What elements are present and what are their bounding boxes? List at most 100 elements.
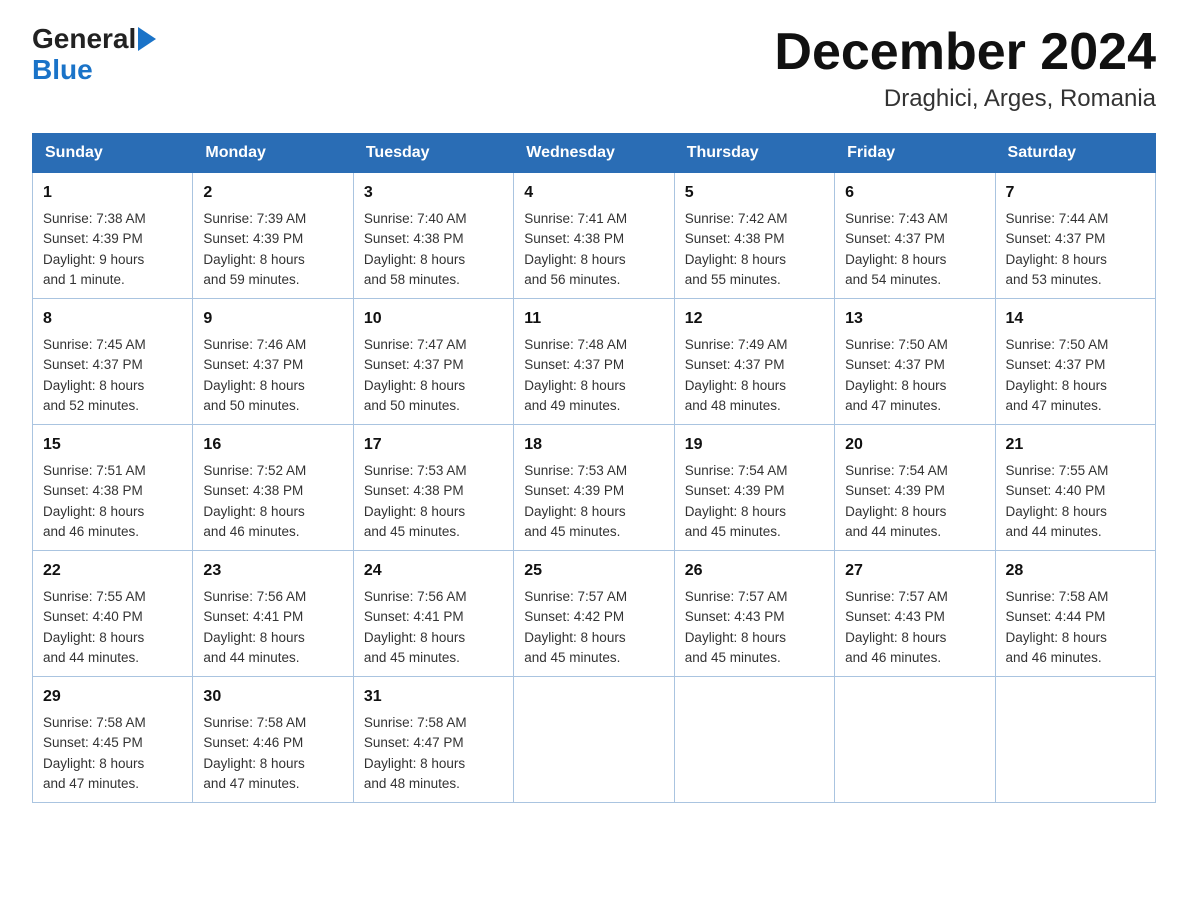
day-info: Sunrise: 7:58 AMSunset: 4:44 PMDaylight:… bbox=[1006, 587, 1145, 668]
day-info: Sunrise: 7:55 AMSunset: 4:40 PMDaylight:… bbox=[1006, 461, 1145, 542]
calendar-cell: 6 Sunrise: 7:43 AMSunset: 4:37 PMDaylight… bbox=[835, 173, 995, 299]
day-info: Sunrise: 7:41 AMSunset: 4:38 PMDaylight:… bbox=[524, 209, 663, 290]
day-number: 11 bbox=[524, 307, 663, 331]
day-number: 4 bbox=[524, 181, 663, 205]
day-number: 10 bbox=[364, 307, 503, 331]
title-block: December 2024 Draghici, Arges, Romania bbox=[774, 24, 1156, 113]
calendar-cell: 3Sunrise: 7:40 AMSunset: 4:38 PMDaylight… bbox=[353, 173, 513, 299]
day-info: Sunrise: 7:38 AMSunset: 4:39 PMDaylight:… bbox=[43, 209, 182, 290]
day-number: 29 bbox=[43, 685, 182, 709]
day-number: 22 bbox=[43, 559, 182, 583]
day-number: 30 bbox=[203, 685, 342, 709]
calendar-cell: 18Sunrise: 7:53 AMSunset: 4:39 PMDayligh… bbox=[514, 425, 674, 551]
calendar-cell: 29 Sunrise: 7:58 AMSunset: 4:45 PMDayligh… bbox=[33, 677, 193, 803]
day-info: Sunrise: 7:54 AMSunset: 4:39 PMDaylight:… bbox=[685, 461, 824, 542]
day-number: 14 bbox=[1006, 307, 1145, 331]
day-number: 6 bbox=[845, 181, 984, 205]
calendar-week-row: 29 Sunrise: 7:58 AMSunset: 4:45 PMDayligh… bbox=[33, 677, 1156, 803]
day-number: 16 bbox=[203, 433, 342, 457]
calendar-table: SundayMondayTuesdayWednesdayThursdayFrid… bbox=[32, 133, 1156, 803]
day-info: Sunrise: 7:54 AMSunset: 4:39 PMDaylight:… bbox=[845, 461, 984, 542]
day-number: 7 bbox=[1006, 181, 1145, 205]
day-of-week-header: Thursday bbox=[674, 134, 834, 173]
calendar-body: 1Sunrise: 7:38 AMSunset: 4:39 PMDaylight… bbox=[33, 173, 1156, 803]
day-number: 26 bbox=[685, 559, 824, 583]
calendar-cell: 1Sunrise: 7:38 AMSunset: 4:39 PMDaylight… bbox=[33, 173, 193, 299]
calendar-cell: 21 Sunrise: 7:55 AMSunset: 4:40 PMDayligh… bbox=[995, 425, 1155, 551]
calendar-cell: 14 Sunrise: 7:50 AMSunset: 4:37 PMDayligh… bbox=[995, 299, 1155, 425]
day-number: 2 bbox=[203, 181, 342, 205]
day-info: Sunrise: 7:42 AMSunset: 4:38 PMDaylight:… bbox=[685, 209, 824, 290]
calendar-cell: 25Sunrise: 7:57 AMSunset: 4:42 PMDayligh… bbox=[514, 551, 674, 677]
day-info: Sunrise: 7:57 AMSunset: 4:43 PMDaylight:… bbox=[845, 587, 984, 668]
day-info: Sunrise: 7:39 AMSunset: 4:39 PMDaylight:… bbox=[203, 209, 342, 290]
calendar-cell: 8Sunrise: 7:45 AMSunset: 4:37 PMDaylight… bbox=[33, 299, 193, 425]
day-number: 15 bbox=[43, 433, 182, 457]
day-info: Sunrise: 7:43 AMSunset: 4:37 PMDaylight:… bbox=[845, 209, 984, 290]
day-number: 19 bbox=[685, 433, 824, 457]
day-number: 24 bbox=[364, 559, 503, 583]
day-info: Sunrise: 7:58 AMSunset: 4:46 PMDaylight:… bbox=[203, 713, 342, 794]
day-info: Sunrise: 7:50 AMSunset: 4:37 PMDaylight:… bbox=[1006, 335, 1145, 416]
calendar-cell: 9 Sunrise: 7:46 AMSunset: 4:37 PMDaylight… bbox=[193, 299, 353, 425]
calendar-cell bbox=[674, 677, 834, 803]
calendar-week-row: 22 Sunrise: 7:55 AMSunset: 4:40 PMDayligh… bbox=[33, 551, 1156, 677]
calendar-cell: 20 Sunrise: 7:54 AMSunset: 4:39 PMDayligh… bbox=[835, 425, 995, 551]
calendar-cell: 12 Sunrise: 7:49 AMSunset: 4:37 PMDayligh… bbox=[674, 299, 834, 425]
page-header: General Blue December 2024 Draghici, Arg… bbox=[32, 24, 1156, 113]
day-number: 18 bbox=[524, 433, 663, 457]
day-of-week-header: Monday bbox=[193, 134, 353, 173]
day-info: Sunrise: 7:53 AMSunset: 4:38 PMDaylight:… bbox=[364, 461, 503, 542]
calendar-cell: 10 Sunrise: 7:47 AMSunset: 4:37 PMDayligh… bbox=[353, 299, 513, 425]
calendar-cell: 22 Sunrise: 7:55 AMSunset: 4:40 PMDayligh… bbox=[33, 551, 193, 677]
calendar-cell: 17Sunrise: 7:53 AMSunset: 4:38 PMDayligh… bbox=[353, 425, 513, 551]
day-info: Sunrise: 7:58 AMSunset: 4:45 PMDaylight:… bbox=[43, 713, 182, 794]
calendar-week-row: 8Sunrise: 7:45 AMSunset: 4:37 PMDaylight… bbox=[33, 299, 1156, 425]
day-number: 23 bbox=[203, 559, 342, 583]
day-info: Sunrise: 7:45 AMSunset: 4:37 PMDaylight:… bbox=[43, 335, 182, 416]
day-of-week-header: Saturday bbox=[995, 134, 1155, 173]
day-info: Sunrise: 7:56 AMSunset: 4:41 PMDaylight:… bbox=[203, 587, 342, 668]
calendar-cell bbox=[514, 677, 674, 803]
logo-text: General bbox=[32, 24, 136, 55]
calendar-cell: 2 Sunrise: 7:39 AMSunset: 4:39 PMDaylight… bbox=[193, 173, 353, 299]
calendar-cell: 27 Sunrise: 7:57 AMSunset: 4:43 PMDayligh… bbox=[835, 551, 995, 677]
day-info: Sunrise: 7:52 AMSunset: 4:38 PMDaylight:… bbox=[203, 461, 342, 542]
calendar-cell: 13 Sunrise: 7:50 AMSunset: 4:37 PMDayligh… bbox=[835, 299, 995, 425]
calendar-cell bbox=[995, 677, 1155, 803]
calendar-week-row: 1Sunrise: 7:38 AMSunset: 4:39 PMDaylight… bbox=[33, 173, 1156, 299]
logo-blue-text: Blue bbox=[32, 55, 93, 86]
calendar-cell: 30 Sunrise: 7:58 AMSunset: 4:46 PMDayligh… bbox=[193, 677, 353, 803]
calendar-week-row: 15Sunrise: 7:51 AMSunset: 4:38 PMDayligh… bbox=[33, 425, 1156, 551]
day-number: 20 bbox=[845, 433, 984, 457]
day-number: 9 bbox=[203, 307, 342, 331]
logo-arrow-icon bbox=[138, 27, 156, 51]
page-subtitle: Draghici, Arges, Romania bbox=[774, 85, 1156, 113]
day-info: Sunrise: 7:50 AMSunset: 4:37 PMDaylight:… bbox=[845, 335, 984, 416]
calendar-cell: 4 Sunrise: 7:41 AMSunset: 4:38 PMDaylight… bbox=[514, 173, 674, 299]
calendar-cell: 11Sunrise: 7:48 AMSunset: 4:37 PMDayligh… bbox=[514, 299, 674, 425]
day-number: 31 bbox=[364, 685, 503, 709]
day-number: 12 bbox=[685, 307, 824, 331]
calendar-cell bbox=[835, 677, 995, 803]
day-of-week-header: Tuesday bbox=[353, 134, 513, 173]
day-number: 13 bbox=[845, 307, 984, 331]
day-number: 28 bbox=[1006, 559, 1145, 583]
calendar-cell: 5 Sunrise: 7:42 AMSunset: 4:38 PMDaylight… bbox=[674, 173, 834, 299]
day-number: 25 bbox=[524, 559, 663, 583]
day-info: Sunrise: 7:55 AMSunset: 4:40 PMDaylight:… bbox=[43, 587, 182, 668]
day-number: 21 bbox=[1006, 433, 1145, 457]
day-number: 5 bbox=[685, 181, 824, 205]
day-of-week-header: Friday bbox=[835, 134, 995, 173]
day-number: 27 bbox=[845, 559, 984, 583]
day-info: Sunrise: 7:57 AMSunset: 4:43 PMDaylight:… bbox=[685, 587, 824, 668]
day-info: Sunrise: 7:56 AMSunset: 4:41 PMDaylight:… bbox=[364, 587, 503, 668]
days-of-week-row: SundayMondayTuesdayWednesdayThursdayFrid… bbox=[33, 134, 1156, 173]
day-info: Sunrise: 7:49 AMSunset: 4:37 PMDaylight:… bbox=[685, 335, 824, 416]
day-info: Sunrise: 7:46 AMSunset: 4:37 PMDaylight:… bbox=[203, 335, 342, 416]
day-info: Sunrise: 7:47 AMSunset: 4:37 PMDaylight:… bbox=[364, 335, 503, 416]
page-title: December 2024 bbox=[774, 24, 1156, 81]
calendar-header: SundayMondayTuesdayWednesdayThursdayFrid… bbox=[33, 134, 1156, 173]
calendar-cell: 28 Sunrise: 7:58 AMSunset: 4:44 PMDayligh… bbox=[995, 551, 1155, 677]
day-info: Sunrise: 7:58 AMSunset: 4:47 PMDaylight:… bbox=[364, 713, 503, 794]
